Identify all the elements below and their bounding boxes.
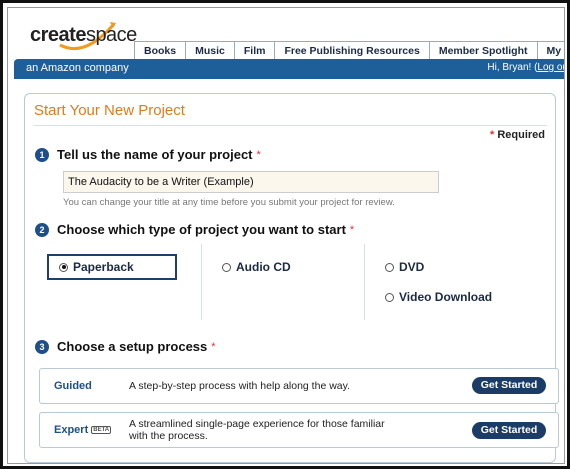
option-dvd-label: DVD [399, 260, 425, 274]
user-greeting: Hi, Bryan! (Log ou [487, 62, 564, 73]
step-1-heading: 1 Tell us the name of your project * [35, 147, 261, 162]
radio-icon[interactable] [222, 262, 231, 272]
radio-icon[interactable] [385, 262, 394, 272]
option-divider [364, 244, 365, 320]
step-1-number-icon: 1 [35, 147, 49, 162]
guided-setup-option[interactable]: Guided A step-by-step process with help … [39, 368, 559, 404]
step-3-number-icon: 3 [35, 339, 49, 354]
option-paperback[interactable]: Paperback [59, 260, 134, 274]
top-navigation: Books Music Film Free Publishing Resourc… [134, 41, 564, 60]
nav-film[interactable]: Film [235, 42, 276, 60]
new-project-panel: Start Your New Project * Required 1 Tell… [24, 93, 559, 463]
nav-books[interactable]: Books [135, 42, 187, 60]
logo-text-space: space [85, 24, 137, 46]
step-3-heading: 3 Choose a setup process * [35, 339, 216, 354]
required-star: * [256, 148, 261, 161]
title-hint: You can change your title at any time be… [63, 197, 395, 208]
amazon-tagline: an Amazon company [26, 62, 129, 74]
title-divider [33, 125, 547, 126]
radio-selected-icon[interactable] [59, 262, 68, 272]
nav-music[interactable]: Music [186, 42, 235, 60]
project-title-input[interactable] [63, 171, 439, 193]
expert-setup-option[interactable]: Expert BETA A streamlined single-page exp… [39, 412, 559, 448]
option-audio-cd[interactable]: Audio CD [222, 260, 291, 274]
createspace-logo[interactable]: createspace [30, 14, 140, 54]
step-3-title: Choose a setup process [57, 339, 208, 354]
option-video-download[interactable]: Video Download [385, 290, 492, 304]
radio-icon[interactable] [385, 292, 394, 302]
step-1-title: Tell us the name of your project [57, 147, 253, 162]
option-paperback-label: Paperback [73, 260, 134, 274]
required-star: * [349, 223, 355, 236]
nav-my-account[interactable]: My Accou [538, 42, 565, 60]
step-2-heading: 2 Choose which type of project you want … [35, 222, 354, 237]
browser-viewport: createspace Books Music Film Free Publis… [7, 7, 565, 464]
guided-get-started-button[interactable]: Get Started [472, 377, 546, 394]
guided-description: A step-by-step process with help along t… [129, 380, 351, 392]
option-audio-cd-label: Audio CD [236, 260, 291, 274]
page-title: Start Your New Project [34, 102, 185, 119]
option-video-download-label: Video Download [399, 290, 493, 304]
logo-text-create: create [30, 24, 86, 46]
expert-get-started-button[interactable]: Get Started [472, 422, 546, 439]
logout-link[interactable]: Log ou [537, 62, 564, 73]
expert-description: A streamlined single-page experience for… [129, 418, 385, 442]
required-legend: * Required [489, 129, 545, 141]
beta-badge: BETA [91, 426, 112, 435]
step-2-number-icon: 2 [35, 222, 49, 237]
option-dvd[interactable]: DVD [385, 260, 424, 274]
guided-label: Guided [54, 380, 92, 392]
expert-label: Expert BETA [54, 424, 112, 436]
nav-member-spotlight[interactable]: Member Spotlight [430, 42, 538, 60]
step-2-title: Choose which type of project you want to… [57, 222, 346, 237]
required-star: * [211, 340, 216, 353]
nav-free-publishing-resources[interactable]: Free Publishing Resources [275, 42, 430, 60]
header-bar: an Amazon company Hi, Bryan! (Log ou [14, 59, 564, 79]
screenshot-frame: createspace Books Music Film Free Publis… [0, 0, 570, 469]
option-divider [201, 244, 202, 320]
